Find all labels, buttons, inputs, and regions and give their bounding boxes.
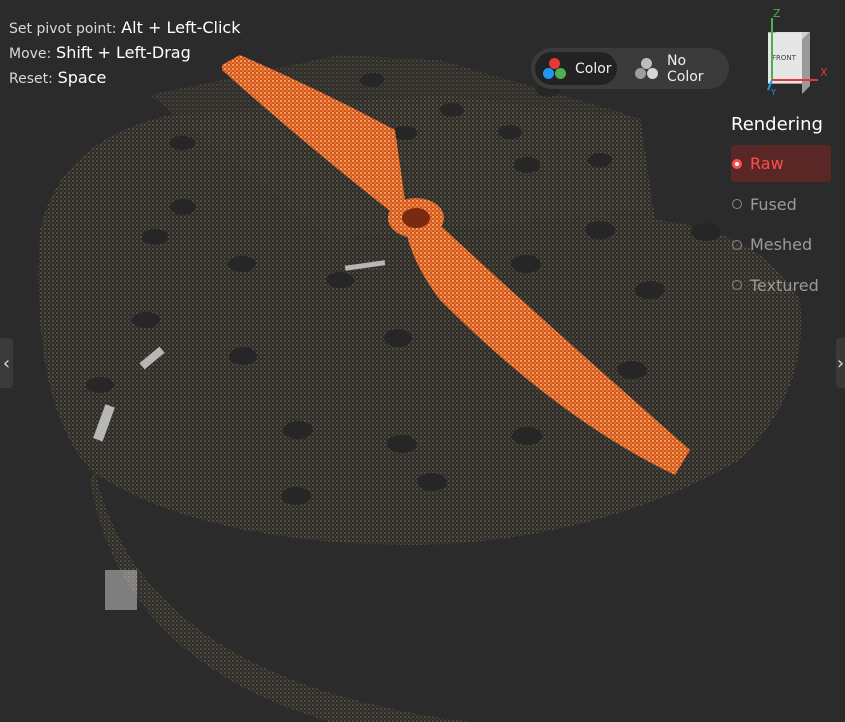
color-option[interactable]: Color bbox=[535, 52, 617, 85]
rendering-option-textured[interactable]: Textured bbox=[731, 267, 831, 304]
gray-dots-icon bbox=[635, 57, 659, 80]
rendering-option-label: Raw bbox=[750, 154, 784, 173]
hint-pivot: Set pivot point: Alt + Left-Click bbox=[9, 18, 241, 37]
radio-selected-icon bbox=[732, 158, 742, 169]
axis-z-label: Z bbox=[773, 7, 781, 20]
prev-button[interactable]: ‹ bbox=[0, 338, 13, 388]
rendering-option-fused[interactable]: Fused bbox=[731, 186, 831, 223]
axis-x-label: X bbox=[820, 66, 828, 79]
hint-move: Move: Shift + Left-Drag bbox=[9, 43, 191, 62]
axis-y-label: Y bbox=[770, 88, 776, 96]
rendering-option-raw[interactable]: Raw bbox=[731, 145, 831, 182]
radio-icon bbox=[732, 239, 742, 250]
3d-viewport[interactable] bbox=[0, 0, 845, 722]
rendering-title: Rendering bbox=[731, 114, 823, 135]
color-option-label: Color bbox=[575, 60, 612, 77]
rendering-option-label: Meshed bbox=[750, 235, 813, 254]
radio-icon bbox=[732, 199, 742, 209]
control-hints: Set pivot point: Alt + Left-Click Move: … bbox=[9, 16, 240, 91]
no-color-option-label: No Color bbox=[666, 52, 704, 85]
color-toggle: Color No Color bbox=[531, 48, 729, 89]
rendering-option-label: Fused bbox=[750, 194, 797, 214]
chevron-left-icon: ‹ bbox=[2, 352, 11, 374]
color-dots-icon bbox=[543, 57, 567, 80]
rendering-panel: Rendering Raw Fused Meshed Textured bbox=[731, 114, 831, 307]
no-color-option[interactable]: No Color bbox=[627, 52, 727, 85]
rendering-option-label: Textured bbox=[750, 275, 819, 295]
rendering-option-meshed[interactable]: Meshed bbox=[731, 226, 831, 263]
next-button[interactable]: › bbox=[836, 338, 845, 388]
orientation-gizmo[interactable]: FRONT Z X Y bbox=[754, 6, 834, 96]
chevron-right-icon: › bbox=[836, 352, 845, 374]
hint-reset: Reset: Space bbox=[9, 68, 107, 87]
gizmo-face-label: FRONT bbox=[772, 54, 797, 62]
radio-icon bbox=[732, 280, 742, 290]
